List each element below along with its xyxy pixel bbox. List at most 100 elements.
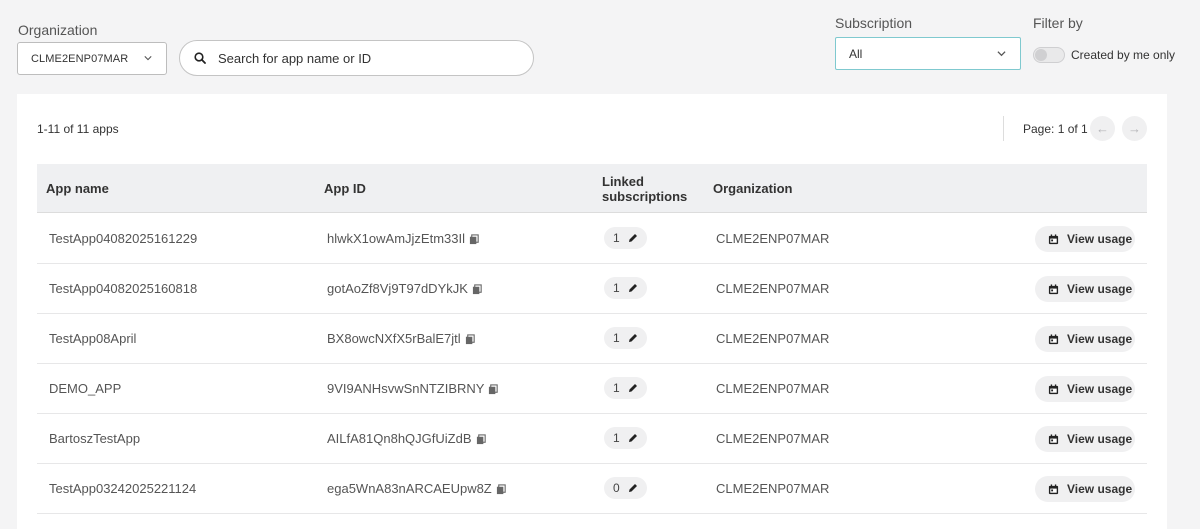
app-id-cell: 9VI9ANHsvwSnNTZIBRNY: [327, 381, 499, 396]
pencil-icon[interactable]: [627, 432, 639, 444]
pencil-icon[interactable]: [627, 382, 639, 394]
app-id-cell: ega5WnA83nARCAEUpw8Z: [327, 481, 507, 496]
page-indicator: Page: 1 of 1: [1023, 122, 1088, 136]
chevron-down-icon: [997, 51, 1006, 57]
calendar-icon: [1048, 433, 1059, 445]
copy-icon[interactable]: [496, 483, 507, 495]
arrow-right-icon: →: [1128, 121, 1141, 136]
view-usage-label: View usage: [1067, 432, 1133, 446]
linked-count: 1: [613, 281, 620, 295]
linked-count: 1: [613, 381, 620, 395]
app-id-text: 9VI9ANHsvwSnNTZIBRNY: [327, 381, 485, 396]
pencil-icon[interactable]: [627, 332, 639, 344]
organization-cell: CLME2ENP07MAR: [716, 481, 830, 496]
calendar-icon: [1048, 233, 1059, 245]
view-usage-button[interactable]: View usage: [1035, 326, 1135, 352]
app-name-cell[interactable]: TestApp04082025160818: [49, 281, 197, 296]
subscription-select-value: All: [849, 46, 863, 61]
app-id-text: gotAoZf8Vj9T97dDYkJK: [327, 281, 468, 296]
app-id-text: ega5WnA83nARCAEUpw8Z: [327, 481, 492, 496]
copy-icon[interactable]: [476, 433, 487, 445]
pencil-icon[interactable]: [627, 232, 639, 244]
table-row: BartoszTestApp AILfA81Qn8hQJGfUiZdB 1 CLME2…: [37, 414, 1147, 464]
organization-cell: CLME2ENP07MAR: [716, 331, 830, 346]
organization-cell: CLME2ENP07MAR: [716, 231, 830, 246]
linked-count: 1: [613, 431, 620, 445]
subscription-label: Subscription: [835, 15, 913, 31]
linked-header-line2: subscriptions: [602, 189, 688, 204]
copy-icon[interactable]: [469, 233, 480, 245]
pencil-icon[interactable]: [627, 482, 639, 494]
apps-count: 1-11 of 11 apps: [37, 122, 119, 136]
table-row: TestApp04082025161229 hlwkX1owAmJjzEtm33I…: [37, 214, 1147, 264]
column-header-app-id[interactable]: App ID: [324, 181, 366, 196]
table-header: App name App ID Linked subscriptions Org…: [37, 164, 1147, 213]
view-usage-label: View usage: [1067, 232, 1133, 246]
organization-label: Organization: [18, 22, 98, 38]
app-id-text: BX8owcNXfX5rBalE7jtl: [327, 331, 461, 346]
app-name-cell[interactable]: TestApp04082025161229: [49, 231, 197, 246]
view-usage-button[interactable]: View usage: [1035, 426, 1135, 452]
organization-cell: CLME2ENP07MAR: [716, 381, 830, 396]
organization-cell: CLME2ENP07MAR: [716, 281, 830, 296]
search-placeholder: Search for app name or ID: [218, 50, 372, 66]
view-usage-label: View usage: [1067, 482, 1133, 496]
next-page-button[interactable]: →: [1122, 116, 1147, 141]
copy-icon[interactable]: [465, 333, 476, 345]
view-usage-label: View usage: [1067, 332, 1133, 346]
calendar-icon: [1048, 383, 1059, 395]
calendar-icon: [1048, 283, 1059, 295]
linked-count: 1: [613, 231, 620, 245]
app-id-text: AILfA81Qn8hQJGfUiZdB: [327, 431, 472, 446]
organization-cell: CLME2ENP07MAR: [716, 431, 830, 446]
column-header-linked-subscriptions[interactable]: Linked subscriptions: [602, 174, 687, 204]
view-usage-label: View usage: [1067, 282, 1133, 296]
organization-select[interactable]: CLME2ENP07MAR: [17, 42, 167, 75]
subscription-select[interactable]: All: [835, 37, 1021, 70]
apps-panel: 1-11 of 11 apps Page: 1 of 1 ← → App nam…: [17, 94, 1167, 529]
table-row: TestApp04082025160818 gotAoZf8Vj9T97dDYkJ…: [37, 264, 1147, 314]
search-input[interactable]: Search for app name or ID: [179, 40, 534, 76]
filter-by-label: Filter by: [1033, 15, 1083, 31]
prev-page-button[interactable]: ←: [1090, 116, 1115, 141]
linked-count: 0: [613, 481, 620, 495]
linked-subscriptions-chip[interactable]: 1: [604, 327, 647, 349]
calendar-icon: [1048, 483, 1059, 495]
toggle-knob: [1035, 49, 1047, 61]
view-usage-label: View usage: [1067, 382, 1133, 396]
chevron-down-icon: [144, 56, 152, 61]
column-header-app-name[interactable]: App name: [46, 181, 109, 196]
table-row: TestApp03242025221124 ega5WnA83nARCAEUpw8…: [37, 464, 1147, 514]
organization-select-value: CLME2ENP07MAR: [31, 52, 129, 65]
app-id-cell: gotAoZf8Vj9T97dDYkJK: [327, 281, 483, 296]
app-name-cell[interactable]: TestApp03242025221124: [49, 481, 196, 496]
divider: [1003, 116, 1004, 141]
table-row-partial: [37, 513, 1147, 529]
app-id-cell: BX8owcNXfX5rBalE7jtl: [327, 331, 476, 346]
created-by-me-label: Created by me only: [1071, 48, 1176, 62]
linked-subscriptions-chip[interactable]: 1: [604, 277, 647, 299]
linked-subscriptions-chip[interactable]: 1: [604, 227, 647, 249]
view-usage-button[interactable]: View usage: [1035, 376, 1135, 402]
column-header-organization[interactable]: Organization: [713, 181, 792, 196]
app-name-cell[interactable]: DEMO_APP: [49, 381, 121, 396]
pencil-icon[interactable]: [627, 282, 639, 294]
linked-subscriptions-chip[interactable]: 1: [604, 377, 647, 399]
app-name-cell[interactable]: BartoszTestApp: [49, 431, 140, 446]
view-usage-button[interactable]: View usage: [1035, 276, 1135, 302]
created-by-me-toggle[interactable]: [1033, 47, 1065, 63]
copy-icon[interactable]: [472, 283, 483, 295]
linked-count: 1: [613, 331, 620, 345]
app-id-cell: hlwkX1owAmJjzEtm33Il: [327, 231, 480, 246]
table-row: TestApp08April BX8owcNXfX5rBalE7jtl 1 CLME2…: [37, 314, 1147, 364]
app-id-text: hlwkX1owAmJjzEtm33Il: [327, 231, 465, 246]
linked-subscriptions-chip[interactable]: 1: [604, 427, 647, 449]
view-usage-button[interactable]: View usage: [1035, 476, 1135, 502]
app-name-cell[interactable]: TestApp08April: [49, 331, 136, 346]
arrow-left-icon: ←: [1096, 121, 1109, 136]
view-usage-button[interactable]: View usage: [1035, 226, 1135, 252]
copy-icon[interactable]: [488, 383, 499, 395]
table-row: DEMO_APP 9VI9ANHsvwSnNTZIBRNY 1 CLME2ENP07M…: [37, 364, 1147, 414]
linked-subscriptions-chip[interactable]: 0: [604, 477, 647, 499]
linked-header-line1: Linked: [602, 174, 644, 189]
